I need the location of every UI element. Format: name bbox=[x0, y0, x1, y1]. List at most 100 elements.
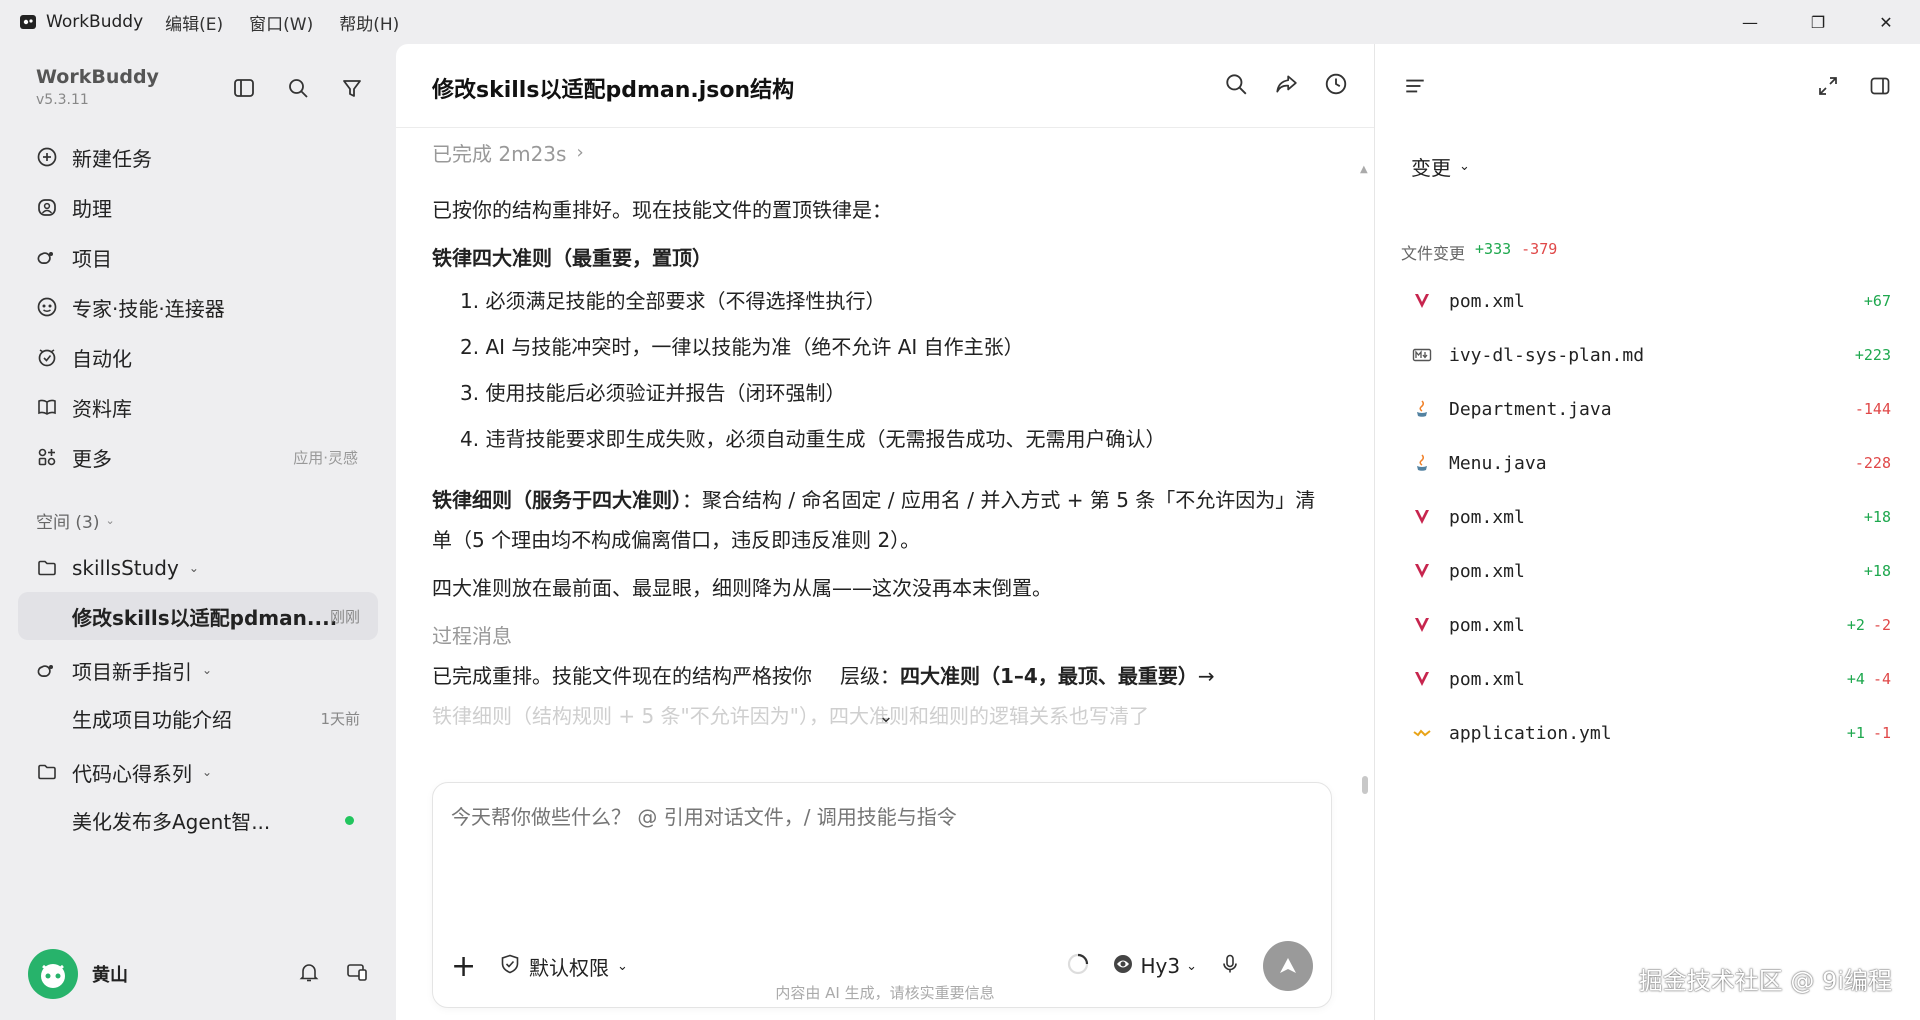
shield-check-icon bbox=[499, 953, 521, 980]
devices-icon[interactable] bbox=[346, 961, 368, 987]
send-arrow-icon bbox=[1280, 958, 1296, 973]
file-row[interactable]: ivy-dl-sys-plan.md +223 bbox=[1411, 328, 1891, 382]
share-icon[interactable] bbox=[1274, 72, 1298, 100]
chat-panel: 修改skills以适配pdman.json结构 已完成 2m23s › 已按你的… bbox=[396, 44, 1374, 1020]
file-diff: -228 bbox=[1855, 454, 1891, 472]
menu-edit[interactable]: 编辑(E) bbox=[165, 10, 223, 35]
nav-label: 项目 bbox=[72, 246, 112, 271]
avatar[interactable] bbox=[28, 949, 78, 999]
file-row[interactable]: pom.xml +2 -2 bbox=[1411, 598, 1891, 652]
file-deletions: -1 bbox=[1872, 724, 1891, 742]
filter-icon[interactable] bbox=[338, 74, 366, 102]
file-diff: -144 bbox=[1855, 400, 1891, 418]
close-button[interactable]: ✕ bbox=[1852, 0, 1920, 44]
maven-icon bbox=[1411, 668, 1433, 690]
nav-more-hint: 应用·灵感 bbox=[293, 448, 358, 467]
expert-icon bbox=[34, 294, 60, 320]
search-icon[interactable] bbox=[1224, 72, 1248, 100]
nav-library[interactable]: 资料库 bbox=[18, 382, 378, 432]
file-row[interactable]: Department.java -144 bbox=[1411, 382, 1891, 436]
tree-label: 生成项目功能介绍 bbox=[72, 707, 232, 732]
file-name: pom.xml bbox=[1449, 668, 1525, 690]
chevron-down-icon: ⌄ bbox=[617, 958, 628, 974]
file-diff: +2 -2 bbox=[1847, 616, 1891, 634]
space-skillsstudy[interactable]: skillsStudy ⌄ bbox=[18, 544, 378, 592]
nav-label: 新建任务 bbox=[72, 146, 152, 171]
changes-panel-header bbox=[1375, 44, 1920, 128]
rule-item: 3. 使用技能后必须验证并报告（闭环强制） bbox=[460, 381, 846, 405]
sidebar: WorkBuddy v5.3.11 新建任务 助理 项目 专家·技能·连接器 自… bbox=[0, 44, 396, 1020]
list-icon[interactable] bbox=[1401, 72, 1429, 100]
nav-automation[interactable]: 自动化 bbox=[18, 332, 378, 382]
task-multi-agent[interactable]: 美化发布多Agent智... bbox=[18, 796, 378, 844]
completion-status[interactable]: 已完成 2m23s › bbox=[432, 132, 1332, 172]
sidebar-toggle-icon[interactable] bbox=[230, 74, 258, 102]
process-paragraph: 已完成重排。技能文件现在的结构严格按你 层级：四大准则（1–4，最顶、最重要）→ bbox=[432, 656, 1332, 696]
file-row[interactable]: Menu.java -228 bbox=[1411, 436, 1891, 490]
java-icon bbox=[1411, 398, 1433, 420]
task-feature-intro[interactable]: 生成项目功能介绍 1天前 bbox=[18, 694, 378, 742]
history-icon[interactable] bbox=[1324, 72, 1348, 100]
file-name: pom.xml bbox=[1449, 290, 1525, 312]
summary-paragraph: 四大准则放在最前面、最显眼，细则降为从属——这次没再本末倒置。 bbox=[432, 576, 1052, 600]
scrollbar-thumb[interactable] bbox=[1362, 776, 1368, 794]
file-row[interactable]: pom.xml +4 -4 bbox=[1411, 652, 1891, 706]
file-diff: +1 -1 bbox=[1847, 724, 1891, 742]
markdown-icon bbox=[1411, 344, 1433, 366]
permission-label: 默认权限 bbox=[529, 955, 609, 980]
file-row[interactable]: pom.xml +18 bbox=[1411, 490, 1891, 544]
scroll-down-button[interactable]: ⌄ bbox=[872, 702, 900, 730]
file-name: pom.xml bbox=[1449, 506, 1525, 528]
model-logo-icon bbox=[1112, 953, 1134, 980]
file-deletions: -228 bbox=[1854, 454, 1891, 472]
file-name: application.yml bbox=[1449, 722, 1612, 744]
yaml-icon bbox=[1411, 722, 1433, 744]
project-icon bbox=[34, 657, 60, 683]
unread-dot bbox=[345, 815, 354, 825]
space-code-notes[interactable]: 代码心得系列 ⌄ bbox=[18, 748, 378, 796]
nav-more[interactable]: 更多 应用·灵感 bbox=[18, 432, 378, 482]
nav-experts[interactable]: 专家·技能·连接器 bbox=[18, 282, 378, 332]
process-label: 过程消息 bbox=[432, 624, 512, 648]
microphone-icon[interactable] bbox=[1219, 953, 1241, 979]
maven-icon bbox=[1411, 560, 1433, 582]
maximize-button[interactable]: ❐ bbox=[1784, 0, 1852, 44]
nav-assistant[interactable]: 助理 bbox=[18, 182, 378, 232]
nav-project[interactable]: 项目 bbox=[18, 232, 378, 282]
minimize-button[interactable]: — bbox=[1716, 0, 1784, 44]
model-selector[interactable]: Hy3 ⌄ bbox=[1112, 953, 1197, 980]
file-additions: +18 bbox=[1863, 508, 1891, 526]
model-name: Hy3 bbox=[1140, 954, 1181, 978]
file-row[interactable]: pom.xml +67 bbox=[1411, 274, 1891, 328]
message-input[interactable] bbox=[451, 805, 1311, 829]
nav-label: 助理 bbox=[72, 196, 112, 221]
expand-icon[interactable] bbox=[1814, 72, 1842, 100]
maven-icon bbox=[1411, 614, 1433, 636]
folder-icon bbox=[34, 759, 60, 785]
file-row[interactable]: pom.xml +18 bbox=[1411, 544, 1891, 598]
nav-label: 更多 bbox=[72, 446, 112, 471]
scrollbar[interactable]: ▲ bbox=[1360, 164, 1368, 794]
file-additions: +4 bbox=[1846, 670, 1865, 688]
search-icon[interactable] bbox=[284, 74, 312, 102]
changed-files-list: pom.xml +67 ivy-dl-sys-plan.md +223 Depa… bbox=[1411, 274, 1891, 760]
menu-window[interactable]: 窗口(W) bbox=[249, 10, 313, 35]
space-project-guide[interactable]: 项目新手指引 ⌄ bbox=[18, 646, 378, 694]
task-current[interactable]: 修改skills以适配pdman.... 刚刚 bbox=[18, 592, 378, 640]
spaces-header[interactable]: 空间 (3) ⌄ bbox=[36, 508, 115, 533]
loading-spinner-icon bbox=[1066, 952, 1090, 980]
process-arrow: → bbox=[1197, 664, 1215, 688]
brand-name: WorkBuddy bbox=[36, 66, 159, 88]
changes-dropdown[interactable]: 变更 ⌄ bbox=[1411, 152, 1470, 181]
process-text-b: 层级： bbox=[840, 664, 900, 688]
add-attachment-button[interactable]: + bbox=[451, 949, 487, 984]
panel-toggle-icon[interactable] bbox=[1866, 72, 1894, 100]
bell-icon[interactable] bbox=[298, 961, 320, 987]
rule-item: 1. 必须满足技能的全部要求（不得选择性执行） bbox=[460, 289, 886, 313]
nav-new-task[interactable]: 新建任务 bbox=[18, 132, 378, 182]
process-bold: 四大准则（1–4，最顶、最重要） bbox=[900, 664, 1198, 688]
title-bar: WorkBuddy 编辑(E) 窗口(W) 帮助(H) — ❐ ✕ bbox=[0, 0, 1920, 44]
menu-help[interactable]: 帮助(H) bbox=[339, 10, 399, 35]
file-row[interactable]: application.yml +1 -1 bbox=[1411, 706, 1891, 760]
permission-selector[interactable]: 默认权限 ⌄ bbox=[499, 952, 628, 981]
